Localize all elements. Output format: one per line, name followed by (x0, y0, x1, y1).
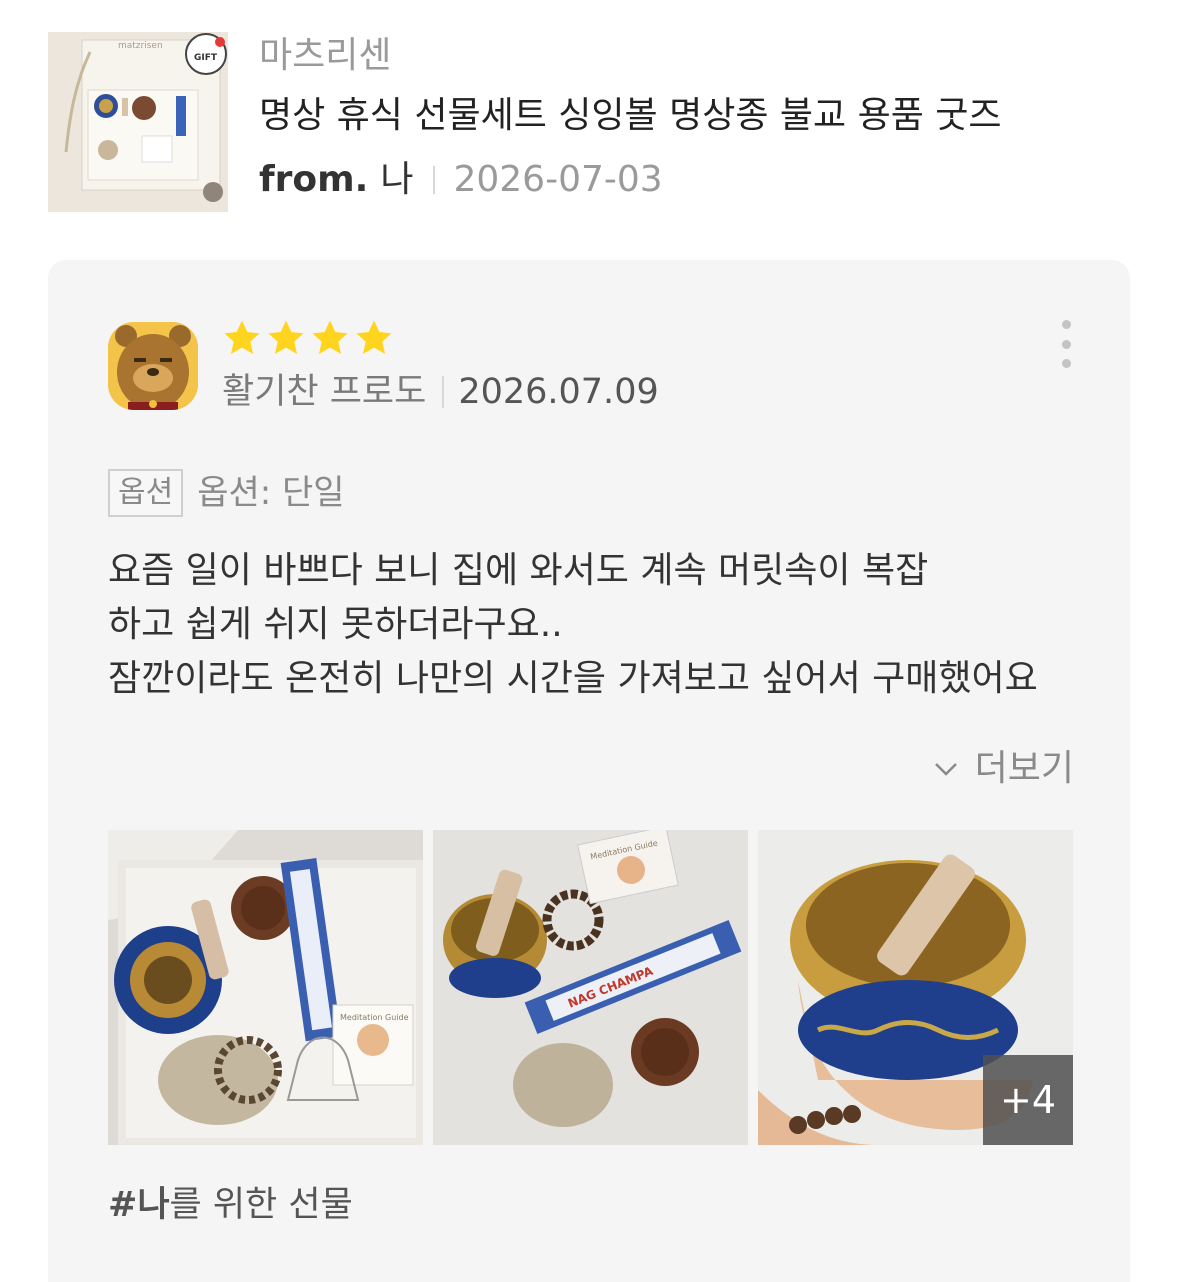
hash-symbol: # (108, 1185, 138, 1225)
more-label: 더보기 (974, 748, 1074, 789)
option-row: 옵션 옵션: 단일 (108, 468, 345, 518)
from-label: from. (259, 159, 369, 200)
singing-bowl-items-photo: Meditation Guide NAG CHAMPA (433, 830, 748, 1145)
divider (442, 376, 445, 408)
tag-text: 를 위한 선물 (169, 1185, 353, 1225)
star-icon (268, 320, 304, 354)
gift-date: 2026-07-03 (453, 159, 663, 200)
review-text: 요즘 일이 바쁘다 보니 집에 와서도 계속 머릿속이 복잡 하고 쉽게 쉬지 … (108, 544, 1072, 706)
guide-card-label: Meditation Guide (340, 1013, 409, 1022)
divider (433, 166, 436, 194)
review-photo-3[interactable]: +4 (758, 830, 1073, 1145)
gift-product-header[interactable]: matzrisen GIFT 마츠리센 명상 휴식 선물세트 싱잉볼 명상종 불… (48, 32, 1138, 212)
product-thumbnail-image: matzrisen GIFT (48, 32, 228, 212)
thumb-box-label: matzrisen (118, 41, 163, 51)
chevron-down-icon (934, 763, 957, 776)
menu-dot (1061, 320, 1071, 329)
star-icon (224, 320, 260, 354)
star-icon (356, 320, 392, 354)
review-line: 잠깐이라도 온전히 나만의 시간을 가져보고 싶어서 구매했어요 (108, 658, 1038, 699)
gift-set-open-box-photo: Meditation Guide (108, 830, 423, 1145)
expand-review-button[interactable]: 더보기 (914, 744, 1074, 794)
review-line: 하고 쉽게 쉬지 못하더라구요.. (108, 604, 563, 645)
option-value: 옵션: 단일 (197, 473, 345, 513)
rating-stars (222, 318, 394, 358)
tag-keyword: 나 (137, 1185, 170, 1225)
bear-character-icon (108, 322, 198, 410)
gift-sticker-label: GIFT (194, 53, 218, 63)
more-photos-count[interactable]: +4 (983, 1055, 1073, 1145)
option-badge: 옵션 (108, 469, 184, 517)
reviewer-avatar (108, 322, 198, 410)
review-photo-1[interactable]: Meditation Guide (108, 830, 423, 1145)
gift-info: from. 나 2026-07-03 (259, 156, 1139, 204)
more-vertical-icon[interactable] (1054, 320, 1078, 368)
brand-name: 마츠리센 (259, 35, 392, 76)
product-thumbnail[interactable]: matzrisen GIFT (48, 32, 228, 212)
star-icon (312, 320, 348, 354)
reviewer-name: 활기찬 프로도 (222, 372, 427, 412)
product-title[interactable]: 명상 휴식 선물세트 싱잉볼 명상종 불교 용품 굿즈 (259, 92, 1119, 140)
review-line: 요즘 일이 바쁘다 보니 집에 와서도 계속 머릿속이 복잡 (108, 550, 929, 591)
review-photos: Meditation Guide Meditation Guide NAG CH… (108, 830, 1073, 1145)
review-date: 2026.07.09 (458, 372, 659, 412)
reviewer-meta: 활기찬 프로도 2026.07.09 (222, 368, 659, 416)
review-tag[interactable]: #나를 위한 선물 (108, 1180, 353, 1230)
review-card: 활기찬 프로도 2026.07.09 옵션 옵션: 단일 요즘 일이 바쁘다 보… (48, 260, 1130, 1282)
sender-name: 나 (380, 159, 414, 200)
review-photo-2[interactable]: Meditation Guide NAG CHAMPA (433, 830, 748, 1145)
menu-dot (1061, 339, 1071, 349)
menu-dot (1061, 359, 1071, 368)
